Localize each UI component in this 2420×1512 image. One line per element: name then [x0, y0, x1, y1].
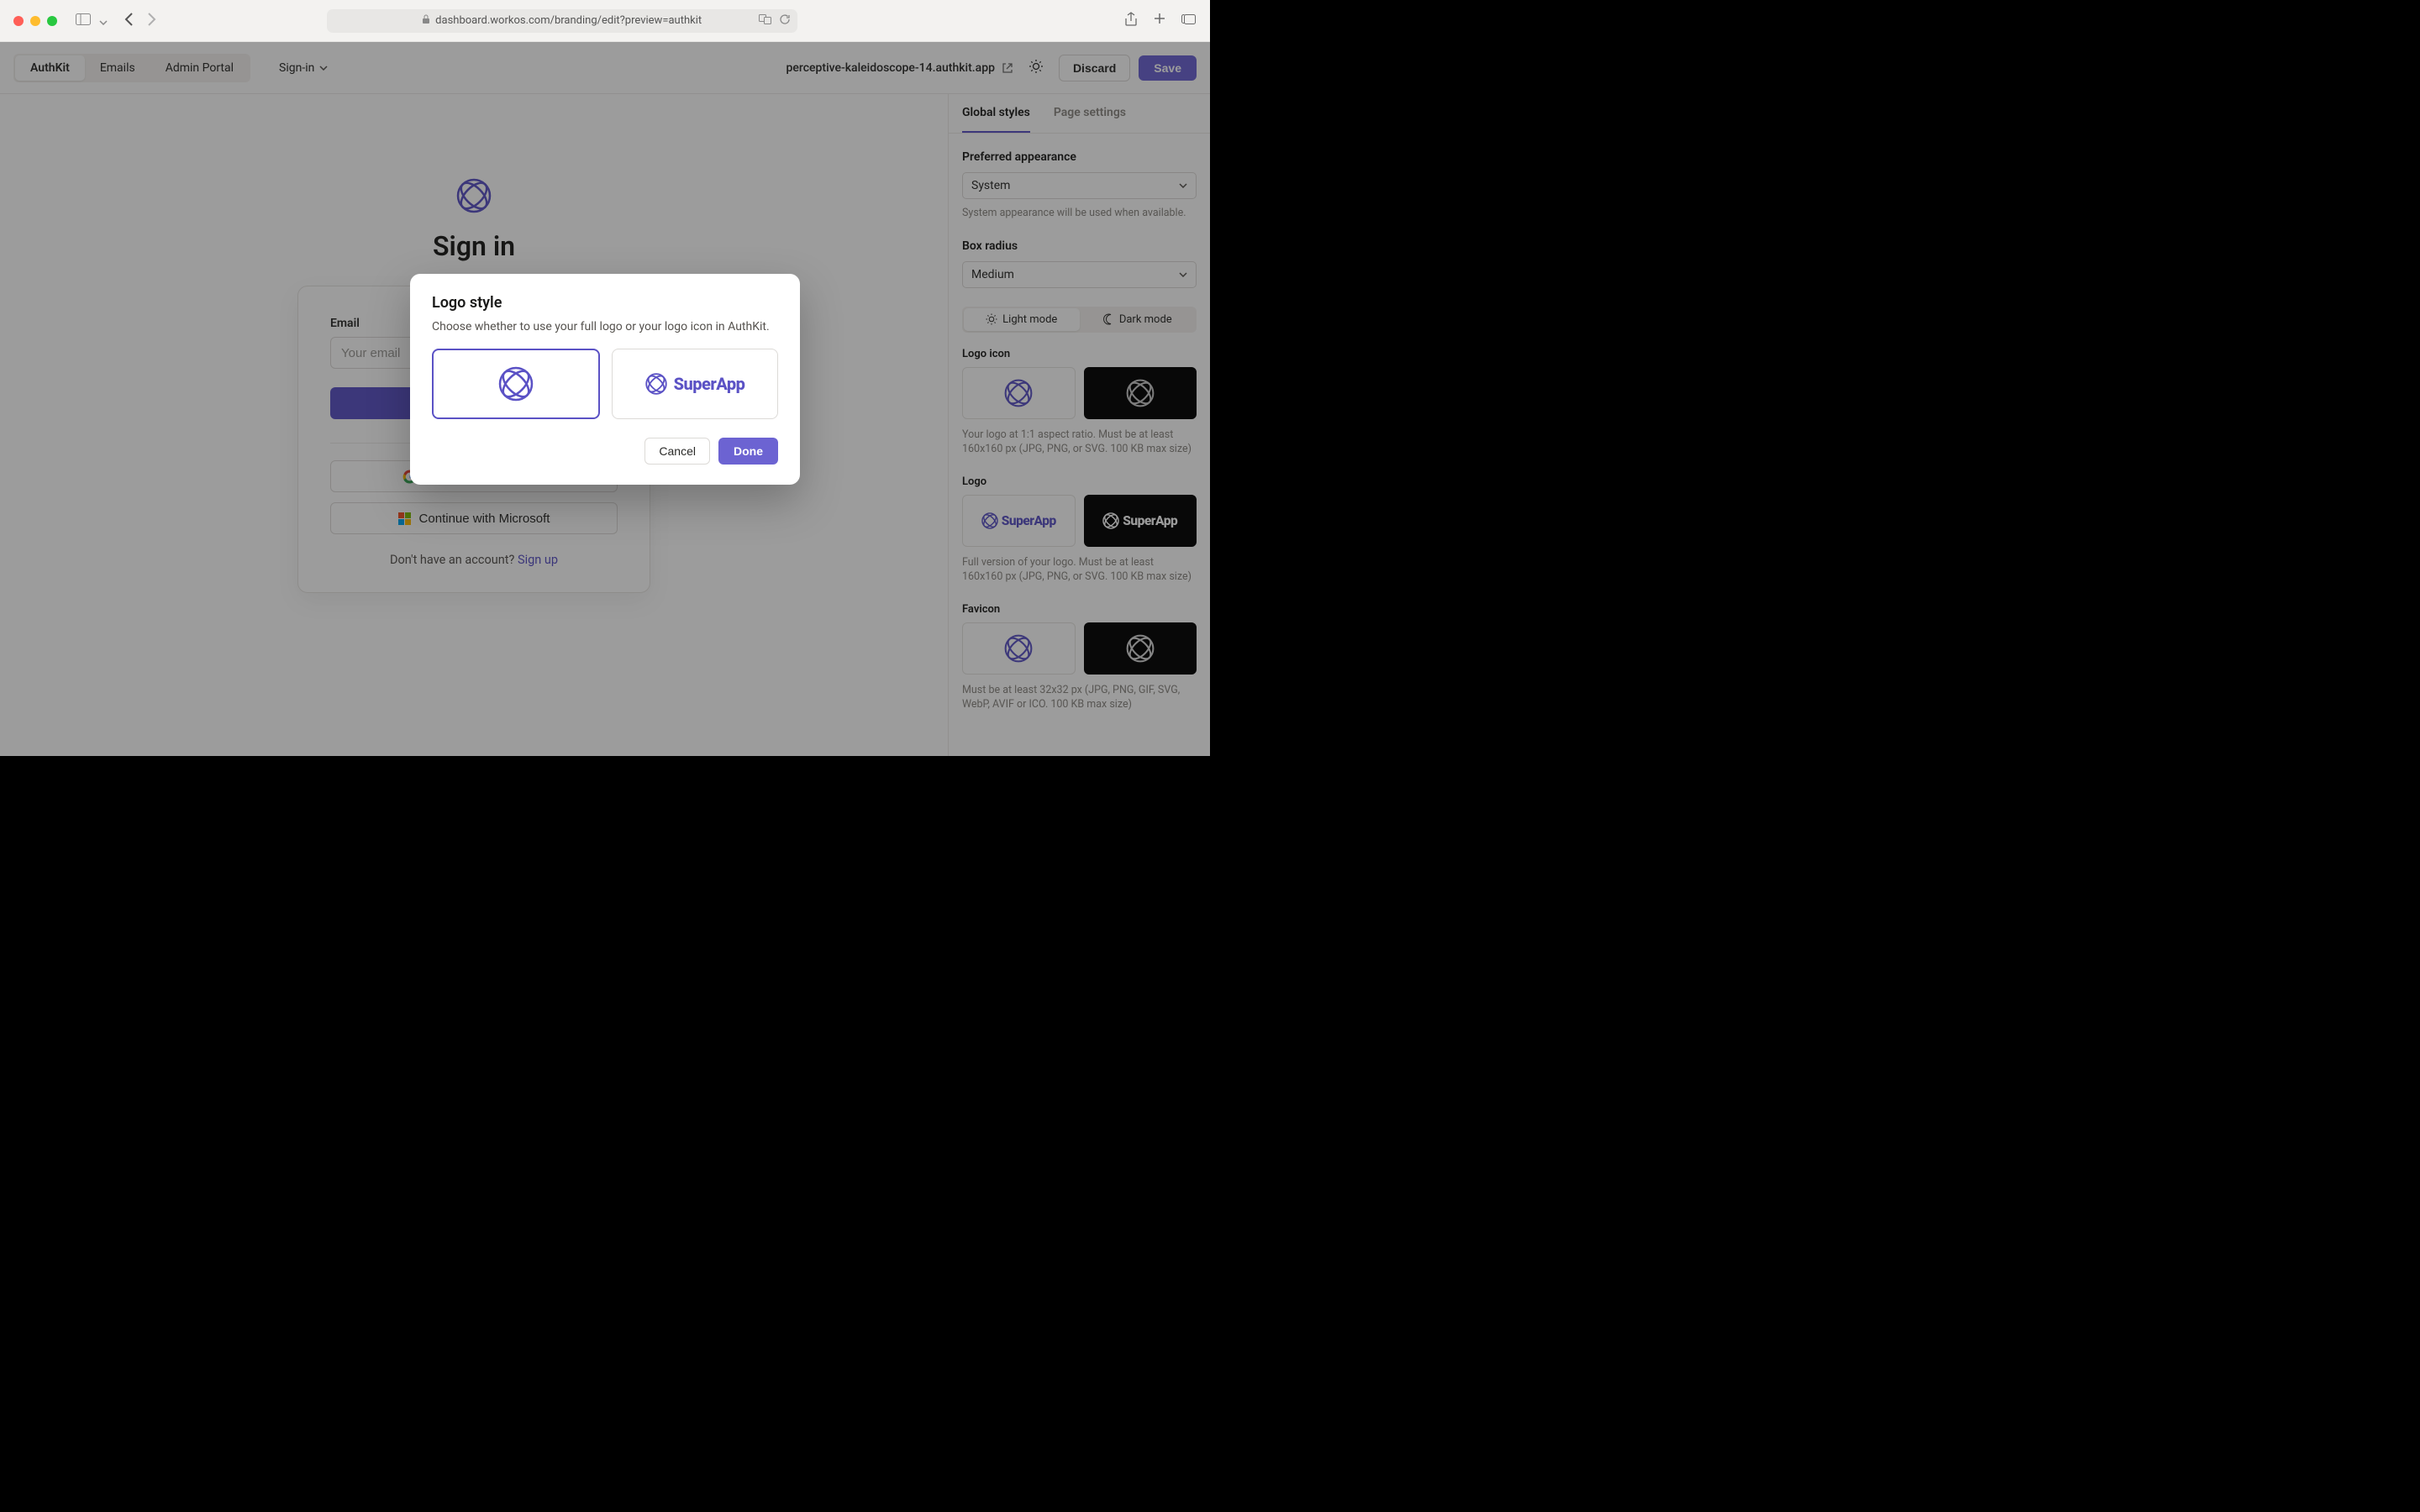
minimize-window-button[interactable]	[30, 16, 40, 26]
done-button[interactable]: Done	[718, 438, 778, 465]
logo-style-icon-only[interactable]	[432, 349, 600, 419]
sidebar-icon[interactable]	[76, 13, 91, 29]
chevron-down-icon[interactable]	[99, 13, 108, 29]
reload-icon[interactable]	[779, 13, 791, 29]
share-icon[interactable]	[1124, 12, 1138, 30]
modal-title: Logo style	[432, 294, 778, 312]
browser-chrome: dashboard.workos.com/branding/edit?previ…	[0, 0, 1210, 42]
close-window-button[interactable]	[13, 16, 24, 26]
url-bar[interactable]: dashboard.workos.com/branding/edit?previ…	[327, 9, 797, 33]
fullscreen-window-button[interactable]	[47, 16, 57, 26]
lock-icon	[422, 14, 430, 28]
back-button[interactable]	[124, 12, 134, 30]
brand-logo-icon	[498, 366, 534, 402]
modal-scrim[interactable]: Logo style Choose whether to use your fu…	[0, 42, 1210, 756]
logo-style-modal: Logo style Choose whether to use your fu…	[410, 274, 800, 485]
full-logo-brand-name: SuperApp	[674, 374, 745, 394]
new-tab-icon[interactable]	[1153, 12, 1166, 30]
tabs-icon[interactable]	[1181, 12, 1197, 30]
modal-description: Choose whether to use your full logo or …	[432, 320, 778, 333]
forward-button[interactable]	[146, 12, 156, 30]
url-text: dashboard.workos.com/branding/edit?previ…	[435, 14, 702, 27]
traffic-lights	[13, 16, 57, 26]
logo-style-full[interactable]: SuperApp	[612, 349, 778, 419]
cancel-button[interactable]: Cancel	[644, 438, 710, 465]
translate-icon[interactable]	[759, 13, 772, 29]
browser-controls	[76, 13, 108, 29]
brand-logo-icon	[645, 373, 667, 395]
